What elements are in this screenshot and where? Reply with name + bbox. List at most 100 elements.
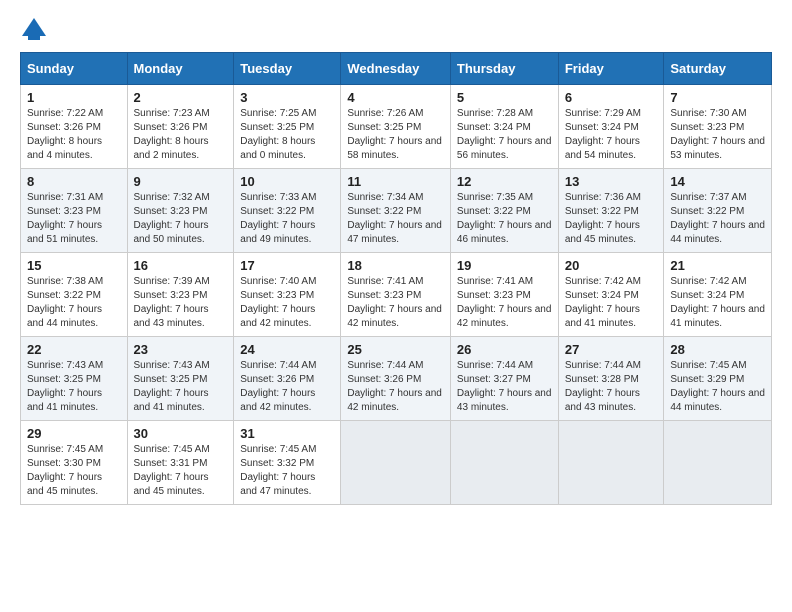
day-number: 2 — [134, 90, 228, 105]
day-number: 21 — [670, 258, 765, 273]
day-number: 17 — [240, 258, 334, 273]
day-info: Sunrise: 7:30 AMSunset: 3:23 PMDaylight:… — [670, 107, 765, 163]
calendar-cell — [450, 421, 558, 505]
day-info: Sunrise: 7:42 AMSunset: 3:24 PMDaylight:… — [565, 275, 658, 331]
calendar-cell: 25 Sunrise: 7:44 AMSunset: 3:26 PMDayligh… — [341, 337, 451, 421]
calendar-cell: 16Sunrise: 7:39 AMSunset: 3:23 PMDayligh… — [127, 253, 234, 337]
day-info: Sunrise: 7:31 AMSunset: 3:23 PMDaylight:… — [27, 191, 121, 247]
calendar-cell: 26Sunrise: 7:44 AMSunset: 3:27 PMDayligh… — [450, 337, 558, 421]
day-info: Sunrise: 7:41 AMSunset: 3:23 PMDaylight:… — [347, 275, 444, 331]
day-info: Sunrise: 7:23 AMSunset: 3:26 PMDaylight:… — [134, 107, 228, 163]
calendar-cell: 11Sunrise: 7:34 AMSunset: 3:22 PMDayligh… — [341, 169, 451, 253]
calendar-cell: 31 Sunrise: 7:45 AMSunset: 3:32 PMDayligh… — [234, 421, 341, 505]
calendar-cell: 17Sunrise: 7:40 AMSunset: 3:23 PMDayligh… — [234, 253, 341, 337]
day-number: 23 — [134, 342, 228, 357]
day-info: Sunrise: 7:44 AMSunset: 3:26 PMDaylight:… — [347, 359, 444, 415]
calendar-cell: 9Sunrise: 7:32 AMSunset: 3:23 PMDaylight… — [127, 169, 234, 253]
header-friday: Friday — [558, 53, 664, 85]
day-number: 30 — [134, 426, 228, 441]
calendar-week-row: 15 Sunrise: 7:38 AMSunset: 3:22 PMDayligh… — [21, 253, 772, 337]
calendar-cell: 13 Sunrise: 7:36 AMSunset: 3:22 PMDayligh… — [558, 169, 664, 253]
day-number: 25 — [347, 342, 444, 357]
calendar-cell: 1 Sunrise: 7:22 AMSunset: 3:26 PMDaylight… — [21, 85, 128, 169]
calendar-cell: 4 Sunrise: 7:26 AMSunset: 3:25 PMDaylight… — [341, 85, 451, 169]
calendar-cell: 7 Sunrise: 7:30 AMSunset: 3:23 PMDaylight… — [664, 85, 772, 169]
calendar-cell: 28 Sunrise: 7:45 AMSunset: 3:29 PMDayligh… — [664, 337, 772, 421]
day-info: Sunrise: 7:45 AMSunset: 3:31 PMDaylight:… — [134, 443, 228, 499]
calendar-week-row: 1 Sunrise: 7:22 AMSunset: 3:26 PMDaylight… — [21, 85, 772, 169]
calendar-week-row: 29 Sunrise: 7:45 AMSunset: 3:30 PMDayligh… — [21, 421, 772, 505]
calendar-cell: 6 Sunrise: 7:29 AMSunset: 3:24 PMDaylight… — [558, 85, 664, 169]
day-number: 31 — [240, 426, 334, 441]
day-info: Sunrise: 7:44 AMSunset: 3:27 PMDaylight:… — [457, 359, 552, 415]
calendar-table: SundayMondayTuesdayWednesdayThursdayFrid… — [20, 52, 772, 505]
day-number: 15 — [27, 258, 121, 273]
day-info: Sunrise: 7:26 AMSunset: 3:25 PMDaylight:… — [347, 107, 444, 163]
day-number: 27 — [565, 342, 658, 357]
day-number: 3 — [240, 90, 334, 105]
calendar-cell: 30 Sunrise: 7:45 AMSunset: 3:31 PMDayligh… — [127, 421, 234, 505]
day-info: Sunrise: 7:45 AMSunset: 3:32 PMDaylight:… — [240, 443, 334, 499]
calendar-cell: 14 Sunrise: 7:37 AMSunset: 3:22 PMDayligh… — [664, 169, 772, 253]
calendar-cell: 18 Sunrise: 7:41 AMSunset: 3:23 PMDayligh… — [341, 253, 451, 337]
calendar-header-row: SundayMondayTuesdayWednesdayThursdayFrid… — [21, 53, 772, 85]
day-number: 4 — [347, 90, 444, 105]
calendar-cell — [558, 421, 664, 505]
header-tuesday: Tuesday — [234, 53, 341, 85]
day-info: Sunrise: 7:36 AMSunset: 3:22 PMDaylight:… — [565, 191, 658, 247]
calendar-cell: 5 Sunrise: 7:28 AMSunset: 3:24 PMDaylight… — [450, 85, 558, 169]
day-number: 6 — [565, 90, 658, 105]
day-info: Sunrise: 7:37 AMSunset: 3:22 PMDaylight:… — [670, 191, 765, 247]
day-info: Sunrise: 7:42 AMSunset: 3:24 PMDaylight:… — [670, 275, 765, 331]
day-info: Sunrise: 7:44 AMSunset: 3:26 PMDaylight:… — [240, 359, 334, 415]
day-number: 29 — [27, 426, 121, 441]
day-info: Sunrise: 7:45 AMSunset: 3:30 PMDaylight:… — [27, 443, 121, 499]
calendar-cell — [341, 421, 451, 505]
day-number: 28 — [670, 342, 765, 357]
calendar-cell: 23 Sunrise: 7:43 AMSunset: 3:25 PMDayligh… — [127, 337, 234, 421]
calendar-cell — [664, 421, 772, 505]
day-number: 13 — [565, 174, 658, 189]
day-number: 22 — [27, 342, 121, 357]
calendar-cell: 3 Sunrise: 7:25 AMSunset: 3:25 PMDaylight… — [234, 85, 341, 169]
day-number: 11 — [347, 174, 444, 189]
day-info: Sunrise: 7:35 AMSunset: 3:22 PMDaylight:… — [457, 191, 552, 247]
header-saturday: Saturday — [664, 53, 772, 85]
calendar-cell: 10Sunrise: 7:33 AMSunset: 3:22 PMDayligh… — [234, 169, 341, 253]
day-info: Sunrise: 7:38 AMSunset: 3:22 PMDaylight:… — [27, 275, 121, 331]
calendar-cell: 21 Sunrise: 7:42 AMSunset: 3:24 PMDayligh… — [664, 253, 772, 337]
day-number: 18 — [347, 258, 444, 273]
header-monday: Monday — [127, 53, 234, 85]
day-number: 16 — [134, 258, 228, 273]
calendar-week-row: 22 Sunrise: 7:43 AMSunset: 3:25 PMDayligh… — [21, 337, 772, 421]
day-number: 14 — [670, 174, 765, 189]
day-info: Sunrise: 7:22 AMSunset: 3:26 PMDaylight:… — [27, 107, 121, 163]
day-info: Sunrise: 7:43 AMSunset: 3:25 PMDaylight:… — [134, 359, 228, 415]
day-number: 20 — [565, 258, 658, 273]
day-info: Sunrise: 7:25 AMSunset: 3:25 PMDaylight:… — [240, 107, 334, 163]
calendar-cell: 12 Sunrise: 7:35 AMSunset: 3:22 PMDayligh… — [450, 169, 558, 253]
day-info: Sunrise: 7:45 AMSunset: 3:29 PMDaylight:… — [670, 359, 765, 415]
calendar-cell: 24Sunrise: 7:44 AMSunset: 3:26 PMDayligh… — [234, 337, 341, 421]
day-info: Sunrise: 7:43 AMSunset: 3:25 PMDaylight:… — [27, 359, 121, 415]
day-number: 7 — [670, 90, 765, 105]
calendar-cell: 27 Sunrise: 7:44 AMSunset: 3:28 PMDayligh… — [558, 337, 664, 421]
day-number: 9 — [134, 174, 228, 189]
day-info: Sunrise: 7:29 AMSunset: 3:24 PMDaylight:… — [565, 107, 658, 163]
day-number: 19 — [457, 258, 552, 273]
calendar-cell: 2 Sunrise: 7:23 AMSunset: 3:26 PMDaylight… — [127, 85, 234, 169]
day-number: 12 — [457, 174, 552, 189]
header-thursday: Thursday — [450, 53, 558, 85]
day-number: 1 — [27, 90, 121, 105]
day-info: Sunrise: 7:28 AMSunset: 3:24 PMDaylight:… — [457, 107, 552, 163]
logo — [20, 16, 52, 44]
day-number: 5 — [457, 90, 552, 105]
calendar-week-row: 8Sunrise: 7:31 AMSunset: 3:23 PMDaylight… — [21, 169, 772, 253]
calendar-cell: 19 Sunrise: 7:41 AMSunset: 3:23 PMDayligh… — [450, 253, 558, 337]
day-info: Sunrise: 7:41 AMSunset: 3:23 PMDaylight:… — [457, 275, 552, 331]
header-sunday: Sunday — [21, 53, 128, 85]
day-number: 10 — [240, 174, 334, 189]
day-info: Sunrise: 7:44 AMSunset: 3:28 PMDaylight:… — [565, 359, 658, 415]
calendar-cell: 8Sunrise: 7:31 AMSunset: 3:23 PMDaylight… — [21, 169, 128, 253]
calendar-cell: 20 Sunrise: 7:42 AMSunset: 3:24 PMDayligh… — [558, 253, 664, 337]
